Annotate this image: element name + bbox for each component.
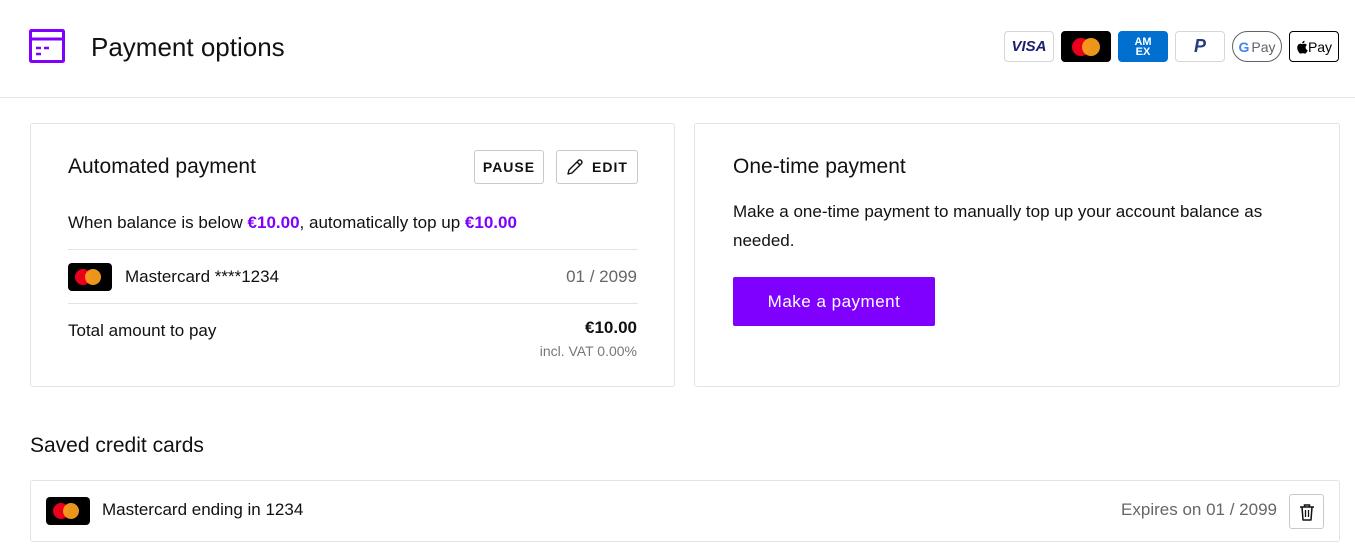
edit-button[interactable]: EDIT [556, 150, 638, 184]
mastercard-icon [68, 263, 112, 291]
accepted-payment-brands: VISA AM EX P G Pay Pay [1004, 31, 1339, 62]
apple-pay-logo: Pay [1289, 31, 1339, 62]
vat-note: incl. VAT 0.00% [539, 343, 637, 359]
rule-middle: , automatically top up [299, 213, 465, 232]
mastercard-icon [1072, 37, 1100, 56]
total-amount: €10.00 [585, 318, 637, 337]
page-title: Payment options [91, 32, 285, 62]
mastercard-icon [46, 497, 90, 525]
trash-icon [1299, 503, 1314, 521]
google-pay-logo: G Pay [1232, 31, 1282, 62]
apple-icon [1297, 40, 1308, 54]
amex-logo: AM EX [1118, 31, 1168, 62]
one-time-payment-title: One-time payment [733, 155, 906, 178]
mastercard-logo [1061, 31, 1111, 62]
one-time-payment-description: Make a one-time payment to manually top … [733, 202, 1263, 250]
threshold-amount: €10.00 [247, 213, 300, 232]
pause-button-label: PAUSE [482, 159, 536, 175]
automated-payment-title: Automated payment [68, 155, 256, 178]
total-label: Total amount to pay [68, 321, 217, 340]
paypal-logo: P [1175, 31, 1225, 62]
auto-topup-rule: When balance is below €10.00, automatica… [68, 213, 517, 233]
payment-method-name: Mastercard ****1234 [125, 267, 280, 286]
page-header: Payment options VISA AM EX P G Pay Pay [0, 0, 1355, 98]
delete-card-button[interactable] [1289, 494, 1324, 529]
pause-button[interactable]: PAUSE [474, 150, 544, 184]
visa-logo: VISA [1004, 31, 1054, 62]
credit-card-icon [29, 29, 65, 63]
payment-method-expiry: 01 / 2099 [566, 267, 637, 286]
pencil-icon [567, 159, 583, 175]
edit-button-label: EDIT [592, 159, 628, 175]
make-payment-label: Make a payment [767, 291, 901, 311]
divider [68, 303, 638, 304]
saved-card-name: Mastercard ending in 1234 [102, 500, 304, 519]
make-payment-button[interactable]: Make a payment [733, 277, 935, 326]
list-item: Mastercard ending in 1234 Expires on 01 … [30, 480, 1340, 542]
saved-card-expiry: Expires on 01 / 2099 [1121, 500, 1277, 519]
saved-cards-title: Saved credit cards [30, 434, 204, 457]
automated-payment-card: Automated payment PAUSE EDIT When balanc… [30, 123, 675, 387]
topup-amount: €10.00 [464, 213, 517, 232]
one-time-payment-card: One-time payment Make a one-time payment… [694, 123, 1340, 387]
rule-prefix: When balance is below [68, 213, 248, 232]
divider [68, 249, 638, 250]
